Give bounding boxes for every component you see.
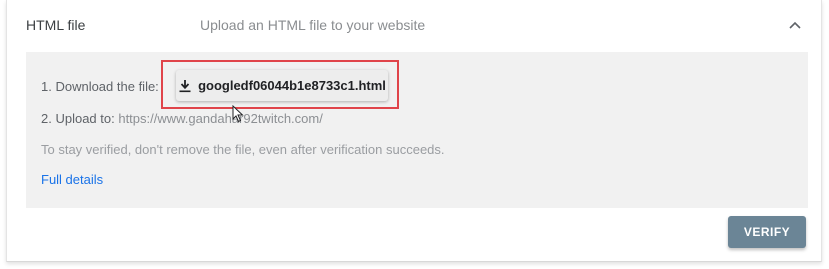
- upload-step: 2. Upload to: https://www.gandahar92twit…: [41, 111, 323, 126]
- download-icon: [179, 79, 191, 92]
- method-description: Upload an HTML file to your website: [200, 17, 426, 33]
- html-file-verification-card: HTML file Upload an HTML file to your we…: [6, 0, 822, 262]
- mouse-cursor-icon: [232, 105, 244, 123]
- full-details-link[interactable]: Full details: [41, 172, 103, 187]
- instructions-panel: 1. Download the file: googledf06044b1e87…: [26, 52, 808, 208]
- verification-hint: To stay verified, don't remove the file,…: [41, 142, 445, 157]
- download-file-button[interactable]: googledf06044b1e8733c1.html: [176, 70, 388, 101]
- method-title: HTML file: [26, 17, 86, 33]
- chevron-up-icon[interactable]: [785, 16, 805, 36]
- upload-url: https://www.gandahar92twitch.com/: [118, 111, 323, 126]
- download-step-label: 1. Download the file:: [41, 79, 159, 94]
- file-name: googledf06044b1e8733c1.html: [198, 78, 386, 93]
- card-header[interactable]: HTML file Upload an HTML file to your we…: [7, 0, 821, 52]
- verify-button[interactable]: VERIFY: [728, 216, 806, 248]
- upload-step-label: 2. Upload to:: [41, 111, 115, 126]
